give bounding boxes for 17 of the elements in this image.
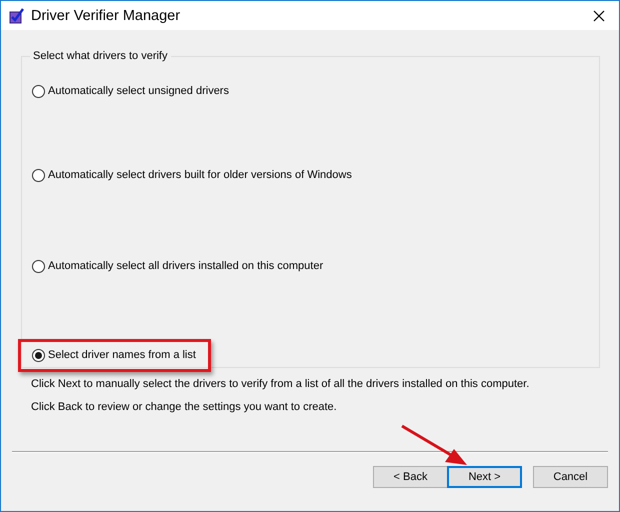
radio-button[interactable] <box>32 348 45 362</box>
checklist-icon <box>9 8 25 24</box>
radio-button[interactable] <box>32 168 45 182</box>
window-title: Driver Verifier Manager <box>31 8 182 24</box>
radio-option[interactable]: Automatically select drivers built for older versions of Windows <box>32 165 352 185</box>
radio-button[interactable] <box>32 260 45 272</box>
info-text: Click Next to manually select the drivers to verify from a list of all the drivers installed on this computer. <box>31 378 530 390</box>
radio-option[interactable]: Automatically select all drivers installed on this computer <box>32 256 324 276</box>
group-legend: Select what drivers to verify <box>30 50 170 62</box>
close-icon[interactable] <box>593 10 605 22</box>
radio-button[interactable] <box>32 84 45 98</box>
info-text: Click Back to review or change the settings you want to create. <box>31 401 338 413</box>
dialog-button[interactable]: < Back <box>373 466 448 488</box>
radio-option[interactable]: Automatically select unsigned drivers <box>32 81 229 101</box>
dialog-button[interactable]: Next > <box>447 466 522 488</box>
dialog-button[interactable]: Cancel <box>533 466 608 488</box>
radio-option[interactable]: Select driver names from a list <box>32 345 196 365</box>
